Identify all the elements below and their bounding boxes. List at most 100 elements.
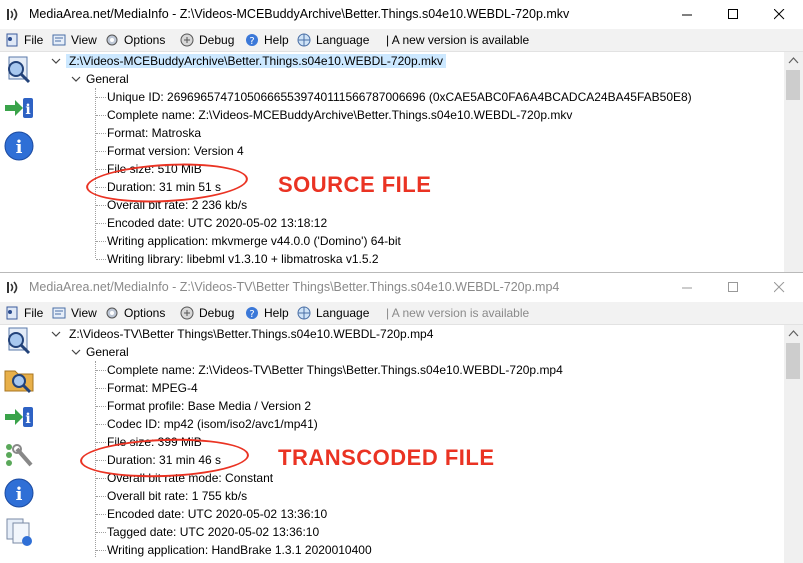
tree-guide [96,259,106,260]
menu-debug[interactable]: Debug [179,31,234,49]
tree-guide [96,133,106,134]
tree-guide [96,223,106,224]
chevron-down-icon[interactable] [70,70,82,88]
menu-file[interactable]: File [4,31,43,49]
tree-item[interactable]: Complete name: Z:\Videos-MCEBuddyArchive… [107,106,572,124]
tree-section-general[interactable]: General [86,343,129,361]
view-menu-icon [52,307,66,319]
new-version-notice[interactable]: | A new version is available [386,31,529,49]
menu-file-label: File [24,33,44,47]
file-menu-icon [6,33,18,47]
new-version-notice[interactable]: | A new version is available [386,304,529,322]
menu-help[interactable]: ? Help [244,31,289,49]
menu-view[interactable]: View [51,31,97,49]
preferences-icon[interactable] [3,439,35,471]
svg-text:i: i [25,411,30,427]
scroll-up-icon[interactable] [784,52,803,69]
tree-item[interactable]: Encoded date: UTC 2020-05-02 13:36:10 [107,505,327,523]
tree-item[interactable]: Writing application: HandBrake 1.3.1 202… [107,541,372,559]
menu-help-label: Help [264,33,289,47]
tree-item[interactable]: Format: MPEG-4 [107,379,198,397]
menu-view[interactable]: View [51,304,97,322]
close-button[interactable] [757,273,803,302]
options-menu-icon [106,307,118,319]
menu-debug[interactable]: Debug [179,304,234,322]
document-magnifier-icon[interactable] [3,54,35,86]
tree-guide [96,370,106,371]
menu-language-label: Language [316,306,370,320]
close-button[interactable] [757,0,803,29]
tree-root[interactable]: Z:\Videos-TV\Better Things\Better.Things… [69,325,433,343]
scrollbar-thumb[interactable] [786,70,800,100]
menu-bar: File View Options Debug ? Help Language … [0,302,803,325]
menu-file[interactable]: File [4,304,43,322]
scroll-up-icon[interactable] [784,325,803,342]
tree-item[interactable]: Writing application: mkvmerge v44.0.0 ('… [107,232,401,250]
svg-text:i: i [25,102,30,118]
vertical-scrollbar[interactable] [784,325,803,563]
tree-guide [96,532,106,533]
tree-item[interactable]: Unique ID: 26969657471050666553974011156… [107,88,692,106]
new-version-notice-label: | A new version is available [386,306,530,320]
svg-text:?: ? [249,36,254,47]
tree-guide [95,88,96,258]
tree-guide [96,151,106,152]
tree-item[interactable]: Writing library: libebml v1.3.10 + libma… [107,250,379,268]
tree-item[interactable]: Overall bit rate: 1 755 kb/s [107,487,247,505]
tree-item[interactable]: Format version: Version 4 [107,142,244,160]
document-magnifier-icon[interactable] [3,325,35,357]
mediainfo-window-source: MediaArea.net/MediaInfo - Z:\Videos-MCEB… [0,0,803,273]
tree-guide [96,496,106,497]
info-icon[interactable]: i [3,477,35,509]
title-bar[interactable]: MediaArea.net/MediaInfo - Z:\Videos-TV\B… [0,273,803,302]
tree-item[interactable]: Format: Matroska [107,124,201,142]
view-menu-icon [52,34,66,46]
import-info-icon[interactable]: i [3,401,35,433]
language-menu-icon [297,33,311,47]
source-file-annotation: SOURCE FILE [278,172,432,197]
chevron-down-icon[interactable] [50,325,62,343]
chevron-down-icon[interactable] [50,52,62,70]
tree-item[interactable]: Complete name: Z:\Videos-TV\Better Thing… [107,361,563,379]
minimize-button[interactable] [665,0,711,29]
menu-help-label: Help [264,306,289,320]
tree-section-general[interactable]: General [86,70,129,88]
help-menu-icon: ? [246,34,258,47]
scrollbar-thumb[interactable] [786,343,800,379]
menu-options[interactable]: Options [104,31,165,49]
tree-item[interactable]: Format profile: Base Media / Version 2 [107,397,311,415]
tree-item[interactable]: Codec ID: mp42 (isom/iso2/avc1/mp41) [107,415,318,433]
tree-guide [96,406,106,407]
tree-view[interactable]: Z:\Videos-MCEBuddyArchive\Better.Things.… [46,52,784,272]
menu-language[interactable]: Language [296,31,369,49]
close-icon [774,9,785,20]
menu-file-label: File [24,306,44,320]
maximize-button[interactable] [711,0,757,29]
menu-options-label: Options [124,33,166,47]
title-bar[interactable]: MediaArea.net/MediaInfo - Z:\Videos-MCEB… [0,0,803,29]
tree-item[interactable]: Encoded date: UTC 2020-05-02 13:18:12 [107,214,327,232]
minimize-icon [682,14,692,16]
tree-root[interactable]: Z:\Videos-MCEBuddyArchive\Better.Things.… [66,52,446,70]
language-menu-icon [297,306,311,320]
maximize-button[interactable] [711,273,757,302]
tree-guide [96,442,106,443]
svg-text:i: i [16,484,23,505]
menu-help[interactable]: ? Help [244,304,289,322]
menu-language[interactable]: Language [296,304,369,322]
tree-guide [96,115,106,116]
vertical-scrollbar[interactable] [784,52,803,272]
folder-magnifier-icon[interactable] [3,363,35,395]
tree-item[interactable]: Tagged date: UTC 2020-05-02 13:36:10 [107,523,319,541]
info-icon[interactable]: i [3,130,35,162]
tree-guide [96,169,106,170]
export-icon[interactable] [3,515,35,547]
import-info-icon[interactable]: i [3,92,35,124]
help-menu-icon: ? [246,307,258,320]
chevron-down-icon[interactable] [70,343,82,361]
tree-root-label: Z:\Videos-MCEBuddyArchive\Better.Things.… [66,54,446,68]
svg-text:?: ? [249,309,254,320]
mediainfo-window-transcoded: MediaArea.net/MediaInfo - Z:\Videos-TV\B… [0,273,803,563]
minimize-button[interactable] [665,273,711,302]
menu-options[interactable]: Options [104,304,165,322]
